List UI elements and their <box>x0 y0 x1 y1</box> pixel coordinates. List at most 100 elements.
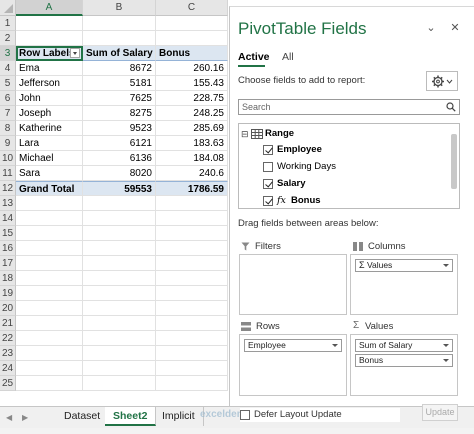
cell[interactable] <box>83 196 156 211</box>
cell[interactable] <box>83 376 156 391</box>
cell[interactable] <box>16 241 83 256</box>
checkbox-employee[interactable] <box>263 145 273 155</box>
pivot-row-label[interactable]: Joseph <box>16 106 83 121</box>
pivot-row-label[interactable]: Jefferson <box>16 76 83 91</box>
row-header-21[interactable]: 21 <box>0 316 16 331</box>
values-chip-sum-of-salary[interactable]: Sum of Salary <box>355 339 453 352</box>
update-button[interactable]: Update <box>422 404 458 421</box>
cell[interactable] <box>156 331 228 346</box>
row-header-15[interactable]: 15 <box>0 226 16 241</box>
row-header-20[interactable]: 20 <box>0 301 16 316</box>
cell[interactable] <box>83 346 156 361</box>
grand-total-label[interactable]: Grand Total <box>16 181 83 196</box>
row-header-17[interactable]: 17 <box>0 256 16 271</box>
cell[interactable] <box>83 226 156 241</box>
row-header-18[interactable]: 18 <box>0 271 16 286</box>
sheet-tab-sheet2[interactable]: Sheet2 <box>105 407 157 426</box>
row-header-7[interactable]: 7 <box>0 106 16 121</box>
cell[interactable] <box>83 241 156 256</box>
cell[interactable] <box>156 31 228 46</box>
pivot-bonus-value[interactable]: 248.25 <box>156 106 228 121</box>
cell[interactable] <box>16 226 83 241</box>
sheet-tab-implicit[interactable]: Implicit <box>154 407 204 426</box>
row-header-23[interactable]: 23 <box>0 346 16 361</box>
field-list-scrollbar[interactable] <box>451 134 457 189</box>
cell[interactable] <box>83 361 156 376</box>
pivot-header-cell[interactable]: Row Labels <box>16 46 83 61</box>
pivot-salary-value[interactable]: 8020 <box>83 166 156 181</box>
cell[interactable] <box>16 316 83 331</box>
pivot-row-label[interactable]: Michael <box>16 151 83 166</box>
row-header-22[interactable]: 22 <box>0 331 16 346</box>
cell[interactable] <box>156 241 228 256</box>
cell[interactable] <box>16 16 83 31</box>
select-all-corner[interactable] <box>0 0 16 16</box>
cell[interactable] <box>156 346 228 361</box>
pivot-salary-value[interactable]: 7625 <box>83 91 156 106</box>
cell[interactable] <box>16 301 83 316</box>
cell[interactable] <box>156 361 228 376</box>
values-chip-bonus[interactable]: Bonus <box>355 354 453 367</box>
values-drop-area[interactable]: Sum of Salary Bonus <box>350 334 458 396</box>
cell[interactable] <box>156 301 228 316</box>
row-header-4[interactable]: 4 <box>0 61 16 76</box>
cell[interactable] <box>156 226 228 241</box>
pivot-row-label[interactable]: Sara <box>16 166 83 181</box>
row-header-3[interactable]: 3 <box>0 46 16 61</box>
columns-chip-values[interactable]: Σ Values <box>355 259 453 272</box>
row-header-19[interactable]: 19 <box>0 286 16 301</box>
pivot-bonus-value[interactable]: 184.08 <box>156 151 228 166</box>
checkbox-working-days[interactable] <box>263 162 273 172</box>
row-header-10[interactable]: 10 <box>0 151 16 166</box>
cell[interactable] <box>156 286 228 301</box>
field-settings-button[interactable] <box>426 71 458 91</box>
pivot-row-label[interactable]: Ema <box>16 61 83 76</box>
row-header-11[interactable]: 11 <box>0 166 16 181</box>
pivot-row-label[interactable]: John <box>16 91 83 106</box>
tab-all[interactable]: All <box>282 51 294 63</box>
sheet-tab-dataset[interactable]: Dataset <box>56 407 110 426</box>
pivot-salary-value[interactable]: 6136 <box>83 151 156 166</box>
grand-total-salary[interactable]: 59553 <box>83 181 156 196</box>
checkbox-bonus[interactable] <box>263 196 273 206</box>
pivot-bonus-value[interactable]: 228.75 <box>156 91 228 106</box>
cell[interactable] <box>156 376 228 391</box>
cell[interactable] <box>83 301 156 316</box>
cell[interactable] <box>83 286 156 301</box>
column-header-a[interactable]: A <box>16 0 83 16</box>
pivot-bonus-value[interactable]: 183.63 <box>156 136 228 151</box>
worksheet-grid[interactable]: A B C 1 2 3 Row Labels Sum of Salary Bonus 4 Em… <box>0 0 228 406</box>
cell[interactable] <box>16 211 83 226</box>
pane-options-chevron-icon[interactable]: ⌄ <box>424 21 438 35</box>
cell[interactable] <box>16 196 83 211</box>
rows-drop-area[interactable]: Employee <box>239 334 347 396</box>
row-header-8[interactable]: 8 <box>0 121 16 136</box>
close-icon[interactable]: ✕ <box>448 21 462 35</box>
cell[interactable] <box>83 331 156 346</box>
row-header-24[interactable]: 24 <box>0 361 16 376</box>
row-header-2[interactable]: 2 <box>0 31 16 46</box>
column-header-b[interactable]: B <box>83 0 156 16</box>
cell[interactable] <box>16 256 83 271</box>
collapse-icon[interactable]: ⊟ <box>241 126 249 142</box>
row-header-1[interactable]: 1 <box>0 16 16 31</box>
pivot-bonus-value[interactable]: 155.43 <box>156 76 228 91</box>
cell[interactable] <box>16 376 83 391</box>
pivot-header-cell[interactable]: Bonus <box>156 46 228 61</box>
cell[interactable] <box>83 256 156 271</box>
cell[interactable] <box>16 361 83 376</box>
pivot-salary-value[interactable]: 5181 <box>83 76 156 91</box>
cell[interactable] <box>156 196 228 211</box>
cell[interactable] <box>83 271 156 286</box>
row-header-12[interactable]: 12 <box>0 181 16 196</box>
cell[interactable] <box>83 16 156 31</box>
row-header-25[interactable]: 25 <box>0 376 16 391</box>
scroll-tabs-left-icon[interactable]: ◀ <box>6 413 12 422</box>
cell[interactable] <box>83 211 156 226</box>
tab-active[interactable]: Active <box>238 51 270 63</box>
pivot-row-label[interactable]: Katherine <box>16 121 83 136</box>
pivot-header-cell[interactable]: Sum of Salary <box>83 46 156 61</box>
cell[interactable] <box>156 271 228 286</box>
cell[interactable] <box>16 271 83 286</box>
filters-drop-area[interactable] <box>239 254 347 315</box>
